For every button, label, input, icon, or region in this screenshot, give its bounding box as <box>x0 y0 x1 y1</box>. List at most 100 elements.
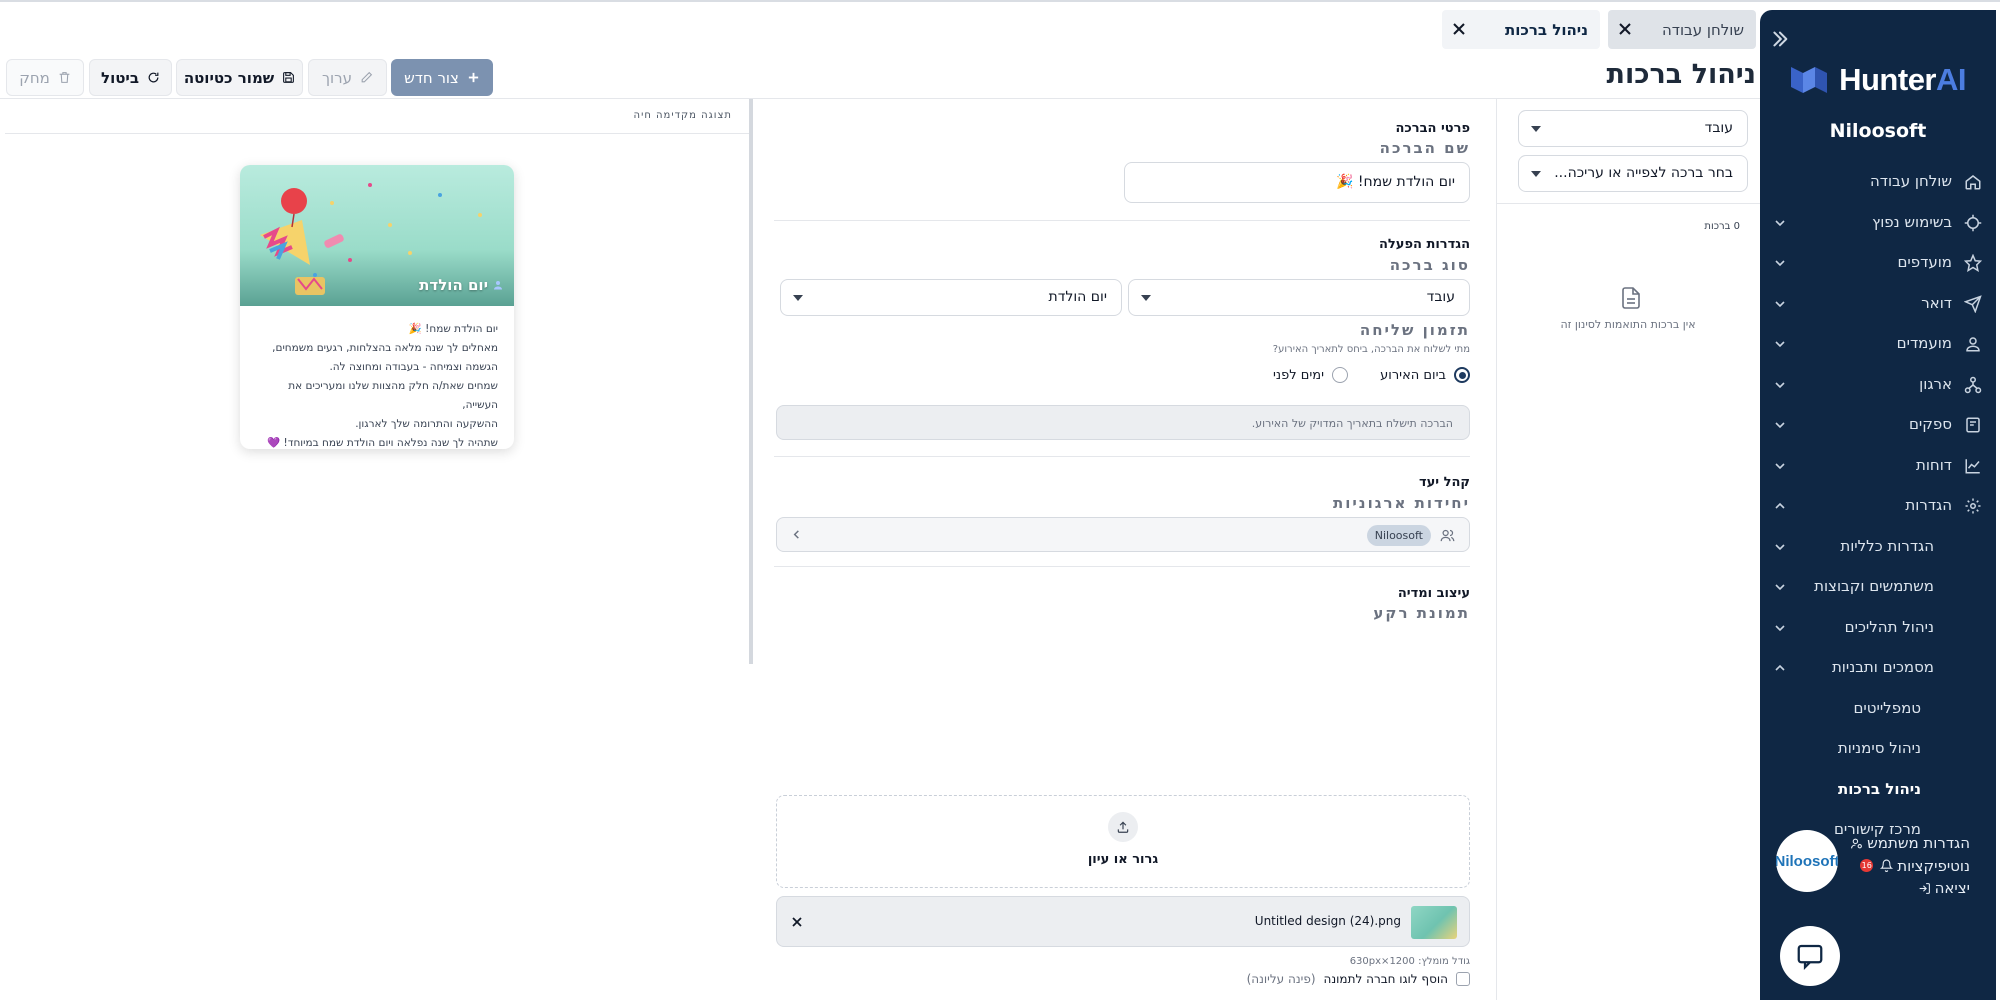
tab-dashboard[interactable]: שולחן עבודה <box>1608 10 1756 49</box>
sidebar-item-frequent[interactable]: בשימוש נפוץ <box>1760 203 1996 244</box>
panel-resize-handle[interactable] <box>749 99 753 664</box>
cancel-button[interactable]: ביטול <box>89 59 172 96</box>
plus-icon <box>467 71 480 84</box>
greeting-form: פרטי הברכה שם הברכה יום הולדת שמח! 🎉 הגד… <box>750 99 1490 1000</box>
user-icon <box>1964 335 1982 353</box>
chevron-down-icon <box>1774 622 1786 634</box>
greeting-name-input[interactable]: יום הולדת שמח! 🎉 <box>1124 162 1470 203</box>
add-logo-checkbox[interactable]: הוסף לוגו חברה לתמונה (פינה עליונה) <box>1247 972 1470 986</box>
card-line: שמחים שאת/ה חלק מהצוות שלנו ומעריכים את … <box>288 380 498 411</box>
type-field-label: סוג ברכה <box>1389 256 1470 274</box>
chevron-down-icon <box>1774 460 1786 472</box>
sidebar-nav: שולחן עבודה בשימוש נפוץ מועדפים דואר מוע… <box>1760 162 1996 851</box>
empty-state-text: אין ברכות התואמות לסינון זה <box>1560 318 1696 331</box>
sidebar-item-users-groups[interactable]: משתמשים וקבוצות <box>1760 567 1996 608</box>
org-name: Niloosoft <box>1829 120 1927 142</box>
org-units-select[interactable]: Niloosoft <box>776 517 1470 552</box>
sidebar-item-process-management[interactable]: ניהול תהליכים <box>1760 608 1996 649</box>
sidebar-item-suppliers[interactable]: ספקים <box>1760 405 1996 446</box>
save-draft-button[interactable]: שמור כטיוטה <box>176 59 303 96</box>
sidebar-item-settings[interactable]: הגדרות <box>1760 486 1996 527</box>
sidebar-item-candidates[interactable]: מועמדים <box>1760 324 1996 365</box>
timing-field-label: תזמון שליחה <box>1359 321 1470 339</box>
target-icon <box>1964 214 1982 232</box>
card-line: הגשמה וצמיחה - בעבודה ומחוצה לה. <box>329 361 498 373</box>
chat-icon <box>1795 941 1825 971</box>
sidebar-item-templates[interactable]: טמפלייטים <box>1760 689 1996 730</box>
users-icon <box>1440 528 1455 543</box>
delete-button[interactable]: מחק <box>6 59 84 96</box>
notification-badge: 16 <box>1860 859 1874 873</box>
star-icon <box>1964 254 1982 272</box>
radio-checked[interactable] <box>1454 367 1470 383</box>
file-thumbnail <box>1411 906 1457 939</box>
close-tab-icon[interactable] <box>1618 22 1632 36</box>
caret-down-icon <box>793 295 803 301</box>
remove-file-icon[interactable] <box>791 916 803 928</box>
sidebar-item-organization[interactable]: ארגון <box>1760 365 1996 406</box>
pencil-icon <box>360 71 373 84</box>
sidebar-item-general-settings[interactable]: הגדרות כלליות <box>1760 527 1996 568</box>
sidebar-item-reports[interactable]: דוחות <box>1760 446 1996 487</box>
home-icon <box>1964 173 1982 191</box>
chart-icon <box>1964 457 1982 475</box>
sidebar-item-bookmarks[interactable]: ניהול סימניות <box>1760 729 1996 770</box>
radio-on-event-day[interactable]: ביום האירוע <box>1380 367 1470 383</box>
card-line: שתהיה לך שנה נפלאה ויום הולדת שמח במיוחד… <box>267 437 498 449</box>
activation-section-title: הגדרות הפעלה <box>1378 237 1470 252</box>
section-divider <box>774 220 1470 221</box>
details-section-title: פרטי הברכה <box>1395 121 1470 136</box>
timing-info-box: הברכה תישלח בתאריך המדויק של האירוע. <box>776 405 1470 440</box>
radio-days-before[interactable]: ימים לפני <box>1273 367 1348 383</box>
gear-icon <box>1964 497 1982 515</box>
radio-unchecked[interactable] <box>1332 367 1348 383</box>
greetings-count: 0 ברכות <box>1704 221 1740 232</box>
greeting-subtype-select[interactable]: יום הולדת <box>780 279 1122 316</box>
upload-icon <box>1108 812 1138 842</box>
live-preview-title: תצוגה מקדימה חיה <box>633 110 732 121</box>
greeting-preview-card: יום הולדת יום הולדת שמח! 🎉 מאחלים לך שנה… <box>240 165 514 449</box>
org-unit-chip[interactable]: Niloosoft <box>1366 525 1431 546</box>
user-settings-icon <box>1850 837 1863 850</box>
greeting-type-select[interactable]: עובד <box>1128 279 1470 316</box>
preview-divider <box>5 133 749 134</box>
send-icon <box>1964 294 1982 313</box>
checkbox-box[interactable] <box>1456 972 1470 986</box>
logout-link[interactable]: יציאה <box>1850 877 1970 900</box>
create-new-button[interactable]: צור חדש <box>391 59 493 96</box>
tab-greetings[interactable]: ניהול ברכות <box>1442 10 1600 49</box>
card-message: יום הולדת שמח! 🎉 מאחלים לך שנה מלאה בהצל… <box>250 320 498 449</box>
chevron-down-icon <box>1774 338 1786 350</box>
hunterai-logo: HunterAI <box>1789 62 1967 98</box>
chevron-up-icon <box>1774 662 1786 674</box>
sidebar-item-documents-templates[interactable]: מסמכים ותבניות <box>1760 648 1996 689</box>
undo-icon <box>147 71 160 84</box>
chat-button[interactable] <box>1780 926 1840 986</box>
chevron-down-icon <box>1774 419 1786 431</box>
background-field-label: תמונת רקע <box>1373 604 1470 622</box>
caret-down-icon <box>1141 295 1151 301</box>
notifications-link[interactable]: נוטיפיקציות 16 <box>1850 855 1970 878</box>
filter-divider <box>1496 203 1760 204</box>
avatar[interactable]: Niloosoft <box>1776 830 1838 892</box>
edit-button[interactable]: ערוך <box>308 59 387 96</box>
section-divider <box>774 566 1470 567</box>
greeting-select[interactable]: בחר ברכה לצפייה או עריכה... <box>1518 155 1748 192</box>
sidebar-item-greetings[interactable]: ניהול ברכות <box>1760 770 1996 811</box>
image-dropzone[interactable]: גרור או עיון <box>776 795 1470 888</box>
chevron-down-icon <box>1774 257 1786 269</box>
user-panel: Niloosoft הגדרות משתמש נוטיפיקציות 16 יצ… <box>1776 830 1980 910</box>
logo-mark-icon <box>1791 67 1828 93</box>
chevron-down-icon <box>1774 581 1786 593</box>
sidebar-item-dashboard[interactable]: שולחן עבודה <box>1760 162 1996 203</box>
collapse-sidebar-icon[interactable] <box>1768 28 1790 50</box>
units-field-label: יחידות ארגוניות <box>1333 494 1470 512</box>
greeting-type-filter[interactable]: עובד <box>1518 110 1748 147</box>
sidebar-item-favorites[interactable]: מועדפים <box>1760 243 1996 284</box>
sidebar: HunterAI Niloosoft שולחן עבודה בשימוש נפ… <box>1760 10 1996 1000</box>
user-settings-link[interactable]: הגדרות משתמש <box>1850 832 1970 855</box>
chevron-down-icon <box>1774 298 1786 310</box>
sidebar-item-mail[interactable]: דואר <box>1760 284 1996 325</box>
person-icon <box>492 279 504 291</box>
close-tab-icon[interactable] <box>1452 22 1466 36</box>
